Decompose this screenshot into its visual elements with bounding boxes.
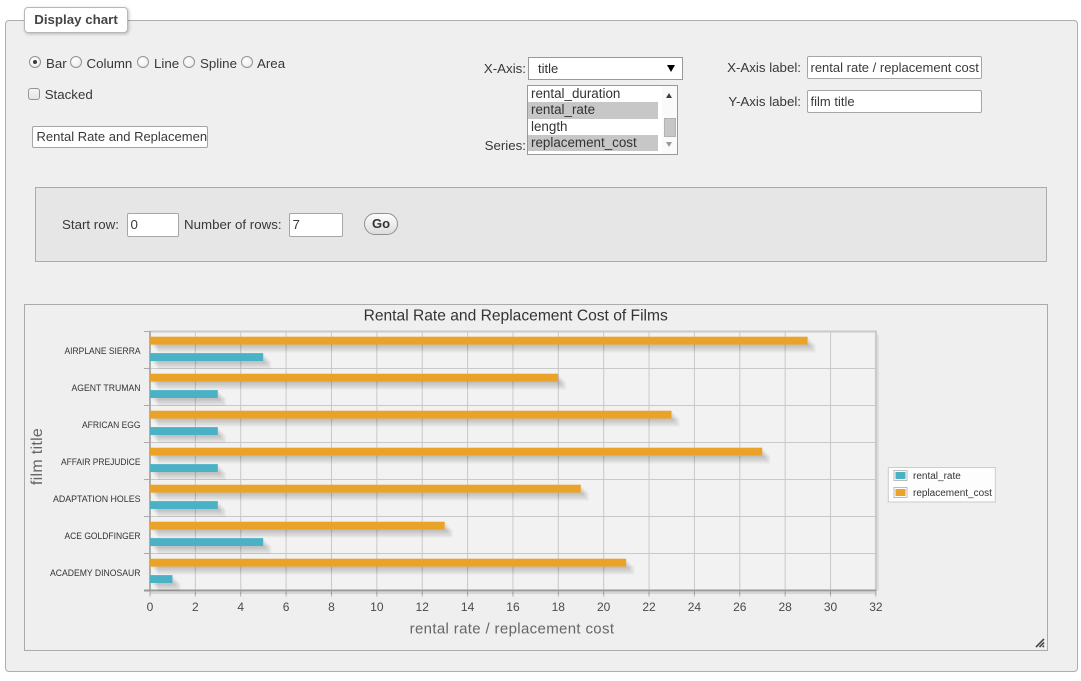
svg-text:0: 0 bbox=[147, 600, 154, 614]
svg-text:32: 32 bbox=[869, 600, 883, 614]
svg-text:replacement_cost: replacement_cost bbox=[913, 488, 992, 499]
svg-text:24: 24 bbox=[688, 600, 702, 614]
svg-text:16: 16 bbox=[506, 600, 520, 614]
svg-text:film title: film title bbox=[29, 428, 46, 485]
svg-text:rental_rate: rental_rate bbox=[913, 471, 961, 482]
svg-text:14: 14 bbox=[461, 600, 475, 614]
svg-text:22: 22 bbox=[642, 600, 656, 614]
svg-text:2: 2 bbox=[192, 600, 199, 614]
svg-text:10: 10 bbox=[370, 600, 384, 614]
svg-text:26: 26 bbox=[733, 600, 747, 614]
svg-text:ADAPTATION HOLES: ADAPTATION HOLES bbox=[53, 493, 141, 504]
svg-text:4: 4 bbox=[237, 600, 244, 614]
svg-text:AGENT TRUMAN: AGENT TRUMAN bbox=[72, 382, 141, 393]
svg-text:18: 18 bbox=[552, 600, 566, 614]
svg-text:12: 12 bbox=[416, 600, 430, 614]
svg-text:AIRPLANE SIERRA: AIRPLANE SIERRA bbox=[65, 345, 142, 356]
svg-text:30: 30 bbox=[824, 600, 838, 614]
svg-text:6: 6 bbox=[283, 600, 290, 614]
svg-text:AFFAIR PREJUDICE: AFFAIR PREJUDICE bbox=[61, 456, 141, 467]
svg-text:AFRICAN EGG: AFRICAN EGG bbox=[82, 419, 141, 430]
svg-text:ACADEMY DINOSAUR: ACADEMY DINOSAUR bbox=[50, 567, 141, 578]
svg-text:Rental Rate and Replacement Co: Rental Rate and Replacement Cost of Film… bbox=[364, 308, 668, 325]
svg-text:ACE GOLDFINGER: ACE GOLDFINGER bbox=[65, 530, 141, 541]
svg-text:20: 20 bbox=[597, 600, 611, 614]
svg-text:28: 28 bbox=[778, 600, 792, 614]
svg-text:rental rate / replacement cost: rental rate / replacement cost bbox=[410, 620, 615, 637]
svg-text:8: 8 bbox=[328, 600, 335, 614]
